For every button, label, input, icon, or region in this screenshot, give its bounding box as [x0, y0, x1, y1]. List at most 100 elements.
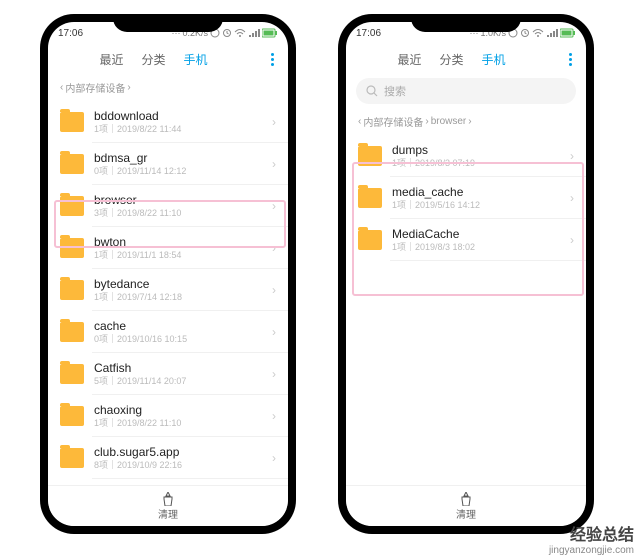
chevron-right-icon: › [272, 451, 276, 465]
folder-list: bddownload1项｜2019/8/22 11:44›bdmsa_gr0项｜… [48, 101, 288, 479]
chevron-right-icon: › [272, 325, 276, 339]
clean-icon [458, 492, 474, 506]
folder-name: chaoxing [94, 403, 262, 417]
folder-name: bytedance [94, 277, 262, 291]
chevron-right-icon: › [272, 199, 276, 213]
folder-icon [358, 188, 382, 208]
folder-name: MediaCache [392, 227, 560, 241]
folder-sub: 1项｜2019/7/14 12:18 [94, 292, 262, 303]
folder-sub: 0项｜2019/10/16 10:15 [94, 334, 262, 345]
alarm-icon [520, 28, 530, 38]
tab-phone[interactable]: 手机 [482, 51, 506, 68]
tab-phone[interactable]: 手机 [184, 51, 208, 68]
folder-name: cache [94, 319, 262, 333]
chevron-right-icon: › [272, 157, 276, 171]
folder-sub: 8项｜2019/10/9 22:16 [94, 460, 262, 471]
screen-left: 17:06 ··· 0.2K/s 最近 分类 手机 [48, 22, 288, 526]
signal-icon [248, 28, 260, 38]
folder-row[interactable]: media_cache1项｜2019/5/16 14:12› [346, 177, 586, 219]
search-icon [366, 85, 378, 97]
search-placeholder: 搜索 [384, 83, 406, 99]
bottom-bar[interactable]: 清理 [346, 485, 586, 526]
folder-sub: 1项｜2019/8/22 11:10 [94, 418, 262, 429]
folder-row[interactable]: bddownload1项｜2019/8/22 11:44 › [48, 101, 288, 143]
folder-icon [60, 322, 84, 342]
folder-name: club.sugar5.app [94, 445, 262, 459]
bottom-bar[interactable]: 清理 [48, 485, 288, 526]
chevron-right-icon: › [272, 409, 276, 423]
folder-sub: 1项｜2019/8/22 11:44 [94, 124, 262, 135]
chevron-right-icon: › [272, 283, 276, 297]
folder-name: bddownload [94, 109, 262, 123]
tab-category[interactable]: 分类 [440, 51, 464, 68]
chevron-right-icon: › [272, 241, 276, 255]
breadcrumb[interactable]: ‹ 内部存储设备 › [48, 74, 288, 101]
alarm-icon [222, 28, 232, 38]
status-time: 17:06 [58, 28, 83, 39]
folder-icon [60, 154, 84, 174]
folder-icon [60, 238, 84, 258]
folder-row[interactable]: cache0项｜2019/10/16 10:15 › [48, 311, 288, 353]
folder-sub: 1项｜2019/5/16 14:12 [392, 200, 560, 211]
search-input[interactable]: 搜索 [356, 78, 576, 104]
folder-name: bdmsa_gr [94, 151, 262, 165]
folder-name: Catfish [94, 361, 262, 375]
folder-row[interactable]: dumps1项｜2019/8/3 07:19 › [346, 135, 586, 177]
folder-row[interactable]: bdmsa_gr0项｜2019/11/14 12:12 › [48, 143, 288, 185]
breadcrumb[interactable]: ‹ 内部存储设备 › browser › [346, 108, 586, 135]
folder-icon [358, 230, 382, 250]
more-icon[interactable] [267, 49, 278, 70]
tab-recent[interactable]: 最近 [99, 51, 123, 68]
chevron-right-icon: › [570, 233, 574, 247]
folder-icon [60, 364, 84, 384]
folder-sub: 1项｜2019/11/1 18:54 [94, 250, 262, 261]
folder-row[interactable]: browser3项｜2019/8/22 11:10 › [48, 185, 288, 227]
folder-name: bwton [94, 235, 262, 249]
clean-label: 清理 [456, 506, 476, 521]
folder-sub: 5项｜2019/11/14 20:07 [94, 376, 262, 387]
chevron-left-icon: ‹ [358, 116, 361, 127]
notch [113, 14, 223, 32]
clean-icon [160, 492, 176, 506]
folder-row[interactable]: club.sugar5.app8项｜2019/10/9 22:16 › [48, 437, 288, 479]
battery-icon [262, 28, 278, 38]
folder-sub: 0项｜2019/11/14 12:12 [94, 166, 262, 177]
chevron-right-icon: › [570, 149, 574, 163]
chevron-left-icon: ‹ [60, 82, 63, 93]
folder-icon [60, 280, 84, 300]
tab-recent[interactable]: 最近 [397, 51, 421, 68]
battery-icon [560, 28, 576, 38]
watermark: 经验总结 jingyanzongjie.com [549, 527, 634, 556]
folder-row[interactable]: Catfish5项｜2019/11/14 20:07 › [48, 353, 288, 395]
tab-category[interactable]: 分类 [142, 51, 166, 68]
screen-right: 17:06 ··· 1.0K/s 最近 分类 手机 [346, 22, 586, 526]
chevron-right-icon: › [127, 82, 130, 93]
folder-sub: 3项｜2019/8/22 11:10 [94, 208, 262, 219]
tab-bar: 最近 分类 手机 [346, 44, 586, 74]
folder-sub: 1项｜2019/8/3 18:02 [392, 242, 560, 253]
folder-sub: 1项｜2019/8/3 07:19 [392, 158, 560, 169]
folder-icon [60, 406, 84, 426]
folder-row[interactable]: bwton1项｜2019/11/1 18:54 › [48, 227, 288, 269]
folder-row[interactable]: MediaCache1项｜2019/8/3 18:02 › [346, 219, 586, 261]
status-time: 17:06 [356, 28, 381, 39]
chevron-right-icon: › [425, 116, 428, 127]
more-icon[interactable] [565, 49, 576, 70]
folder-row[interactable]: bytedance1项｜2019/7/14 12:18 › [48, 269, 288, 311]
wifi-icon [234, 28, 246, 38]
signal-icon [546, 28, 558, 38]
notch [411, 14, 521, 32]
chevron-right-icon: › [272, 367, 276, 381]
wifi-icon [532, 28, 544, 38]
folder-name: browser [94, 193, 262, 207]
clean-label: 清理 [158, 506, 178, 521]
chevron-right-icon: › [272, 115, 276, 129]
folder-name: dumps [392, 143, 560, 157]
folder-list: dumps1项｜2019/8/3 07:19›media_cache1项｜201… [346, 135, 586, 261]
phone-right: 17:06 ··· 1.0K/s 最近 分类 手机 [338, 14, 594, 534]
folder-icon [60, 196, 84, 216]
chevron-right-icon: › [570, 191, 574, 205]
folder-icon [60, 448, 84, 468]
phone-left: 17:06 ··· 0.2K/s 最近 分类 手机 [40, 14, 296, 534]
folder-row[interactable]: chaoxing1项｜2019/8/22 11:10 › [48, 395, 288, 437]
